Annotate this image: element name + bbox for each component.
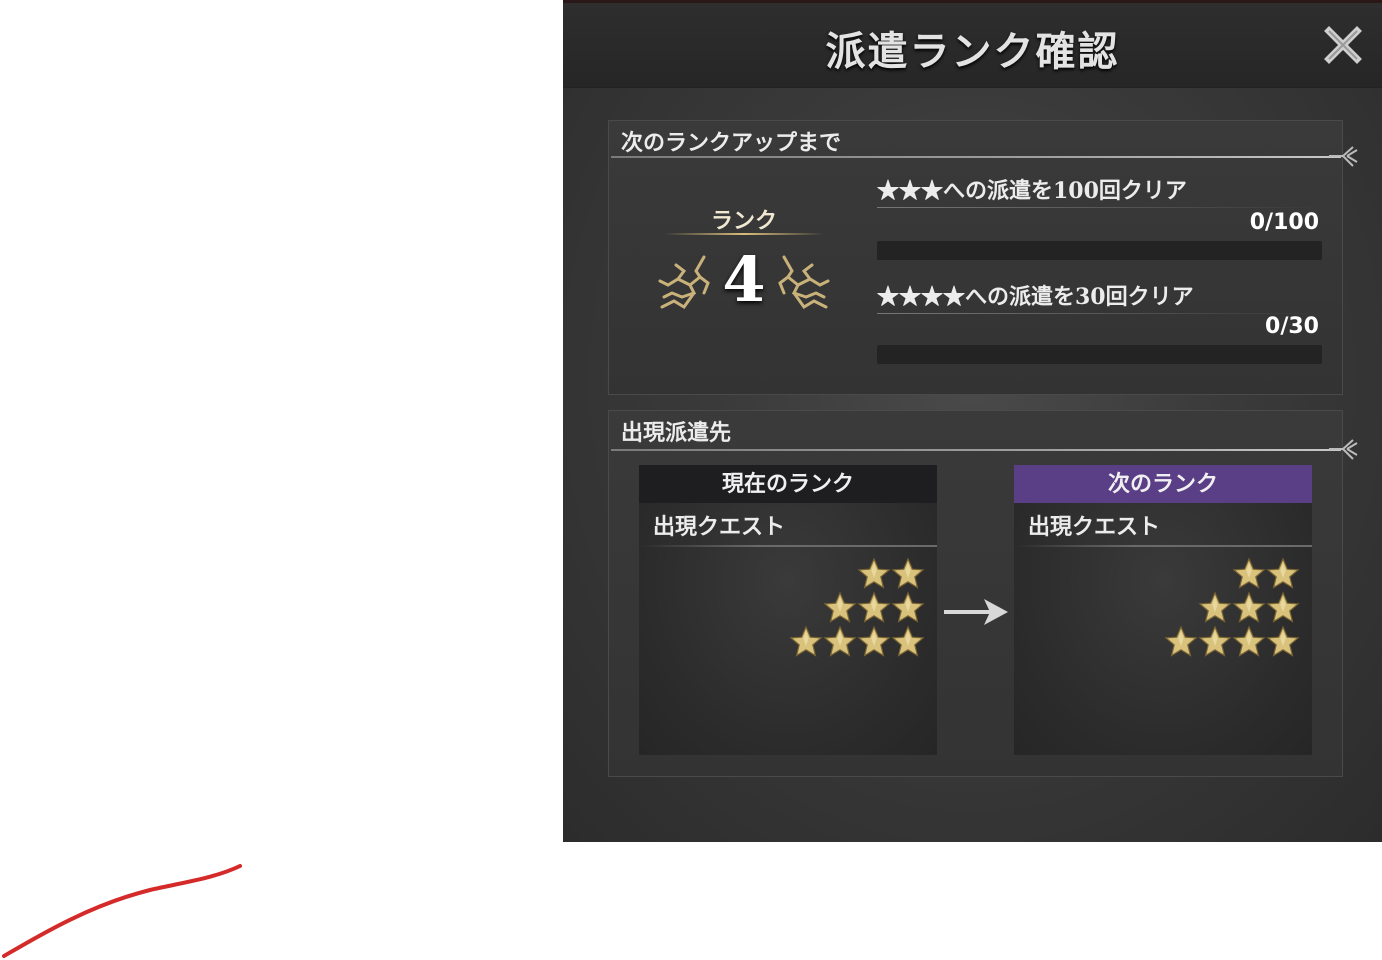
box-divider bbox=[1016, 545, 1312, 547]
star-icon bbox=[823, 625, 857, 659]
star-row bbox=[1164, 557, 1300, 591]
star-icon bbox=[1232, 557, 1266, 591]
star-icon bbox=[1266, 625, 1300, 659]
current-rank-box: 現在のランク 出現クエスト bbox=[639, 465, 937, 755]
box-divider bbox=[641, 545, 937, 547]
rank-label-underline bbox=[664, 233, 824, 235]
line-ornament-icon bbox=[1329, 146, 1358, 167]
requirement-count: 0/100 bbox=[1249, 210, 1319, 235]
section-divider bbox=[611, 449, 1341, 451]
star-icon bbox=[823, 591, 857, 625]
current-quest-label: 出現クエスト bbox=[653, 514, 786, 540]
close-icon bbox=[1324, 26, 1362, 64]
requirement-progress-bar bbox=[877, 345, 1322, 364]
rank-up-section: 次のランクアップまで ランク 4 ★★★への派遣を100回クリア 0/100 ★… bbox=[608, 120, 1358, 395]
star-icon bbox=[891, 625, 925, 659]
requirement-count: 0/30 bbox=[1265, 314, 1319, 339]
star-row bbox=[1164, 591, 1300, 625]
star-icon bbox=[1198, 625, 1232, 659]
section-divider bbox=[611, 156, 1341, 158]
next-rank-title: 次のランク bbox=[1014, 465, 1312, 503]
next-quest-label: 出現クエスト bbox=[1028, 514, 1161, 540]
star-icon bbox=[891, 557, 925, 591]
requirement-progress-bar bbox=[877, 241, 1322, 260]
star-row bbox=[1164, 625, 1300, 659]
star-icon bbox=[891, 591, 925, 625]
red-pen-stroke bbox=[2, 864, 242, 958]
rank-ornament-icon bbox=[778, 255, 830, 309]
star-icon bbox=[857, 557, 891, 591]
dispatch-rank-dialog: 派遣ランク確認 次のランクアップまで ランク 4 ★★★への派遣を100回クリア… bbox=[563, 0, 1382, 842]
star-row bbox=[789, 557, 925, 591]
star-icon bbox=[1164, 625, 1198, 659]
close-button[interactable] bbox=[1323, 25, 1363, 65]
rank-up-header: 次のランクアップまで bbox=[621, 130, 842, 156]
next-rank-box: 次のランク 出現クエスト bbox=[1014, 465, 1312, 755]
dialog-title: 派遣ランク確認 bbox=[825, 28, 1120, 75]
current-rank-title: 現在のランク bbox=[639, 465, 937, 503]
current-star-rows bbox=[789, 557, 925, 659]
star-icon bbox=[789, 625, 823, 659]
arrow-right-icon bbox=[944, 599, 1008, 625]
rank-label: ランク bbox=[710, 208, 777, 234]
star-icon bbox=[1232, 591, 1266, 625]
star-icon bbox=[857, 591, 891, 625]
destination-header: 出現派遣先 bbox=[621, 420, 732, 446]
star-icon bbox=[1232, 625, 1266, 659]
star-row bbox=[789, 591, 925, 625]
star-row bbox=[789, 625, 925, 659]
star-icon bbox=[1266, 591, 1300, 625]
requirement-label: ★★★への派遣を100回クリア bbox=[877, 173, 1322, 208]
star-icon bbox=[857, 625, 891, 659]
line-ornament-icon bbox=[1329, 439, 1358, 460]
star-icon bbox=[1198, 591, 1232, 625]
next-star-rows bbox=[1164, 557, 1300, 659]
dialog-title-bar: 派遣ランク確認 bbox=[563, 3, 1382, 88]
star-icon bbox=[1266, 557, 1300, 591]
requirement-label: ★★★★への派遣を30回クリア bbox=[877, 279, 1322, 314]
destination-section: 出現派遣先 現在のランク 出現クエスト 次のランク 出現クエスト bbox=[608, 410, 1358, 777]
